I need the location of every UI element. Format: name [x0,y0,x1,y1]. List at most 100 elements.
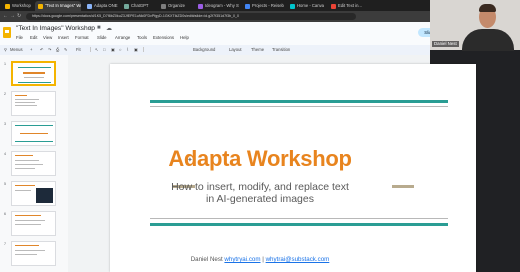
tab-label: Workshop [12,3,31,8]
tab-favicon-icon [198,4,203,9]
menu-item[interactable]: Format [75,35,89,40]
comment-icon[interactable]: ▣ [134,46,138,53]
browser-tab[interactable]: Projects - Reiseb [242,1,284,11]
tab-label: Edit Text in... [338,3,362,8]
toolbar-divider [143,47,144,52]
menu-item[interactable]: File [16,35,23,40]
slide-thumbnail[interactable] [11,121,56,146]
browser-tab[interactable]: ChatGPT [121,1,155,11]
tab-label: Ideogram - Why Style [205,3,239,8]
slide-title[interactable]: Adapta Workshop [0,146,520,172]
cloud-status-icon: ☁ [106,26,112,32]
thumb-title-mark [20,133,48,134]
slide-subtitle[interactable]: How to insert, modify, and replace text … [0,181,520,205]
tab-favicon-icon [161,4,166,9]
tab-label: Organize [168,3,185,8]
slide-footer[interactable]: Daniel Nest whytryai.com | whytrai@subst… [0,256,520,263]
slides-logo-icon[interactable] [3,27,11,38]
thumb-title-mark [15,215,41,216]
menu-item[interactable]: Slide [97,35,107,40]
tab-label: Home - Canva [297,3,324,8]
address-bar-row: ← → ↻ https://docs.google.com/presentati… [0,11,430,22]
thumb-title-mark [15,245,39,246]
tab-favicon-icon [5,4,10,9]
slide-thumbnail[interactable] [11,91,56,116]
browser-tab[interactable]: Adapta ONE [84,1,118,11]
footer-link-email[interactable]: whytrai@substack.com [266,256,330,263]
undo-icon[interactable]: ↶ [40,46,44,53]
new-slide-icon[interactable]: + [30,46,32,53]
thumb-title-mark [23,72,45,74]
paint-format-icon[interactable]: ✎ [64,46,68,53]
thumb-rule [15,141,53,142]
tab-favicon-icon [38,4,43,9]
gray-rule-bottom [150,218,448,219]
thumb-rule [18,67,51,68]
tab-label: ChatGPT [131,3,149,8]
footer-separator: | [262,256,264,263]
thumb-title-mark [15,95,27,96]
browser-tab[interactable]: "Text In Images" Works× [35,1,81,11]
thumb-text-mark [15,224,41,225]
shape-icon[interactable]: ○ [119,46,122,53]
browser-tab[interactable]: Home - Canva [287,1,325,11]
gray-rule-top [150,106,448,107]
print-icon[interactable]: ⎙ [56,46,59,53]
tab-label: Adapta ONE [94,3,118,8]
thumb-text-mark [15,254,37,255]
footer-link-site[interactable]: whytryai.com [224,256,260,263]
close-tab-icon[interactable]: × [76,1,79,11]
search-icon[interactable]: ⚲ [4,46,7,53]
move-folder-icon[interactable]: ■ [97,25,101,31]
slide-number: 7 [4,242,6,246]
line-icon[interactable]: \ [127,46,128,53]
thumb-text-mark [24,77,44,78]
slide-thumbnail[interactable] [11,211,56,236]
tab-favicon-icon [331,4,336,9]
menu-item[interactable]: Extensions [153,35,174,40]
url-bar[interactable]: https://docs.google.com/presentation/d/1… [26,13,356,20]
thumb-text-mark [15,99,39,100]
teal-rule-bottom [150,223,448,226]
menu-item[interactable]: Help [180,35,189,40]
slide-thumbnail[interactable] [11,61,56,86]
tab-favicon-icon [290,4,295,9]
toolbar-divider [90,47,91,52]
thumb-rule [18,82,51,83]
star-icon[interactable]: ☆ [88,25,93,32]
layout-button[interactable]: Layout [229,46,242,53]
browser-tab[interactable]: Organize [158,1,192,11]
subtitle-line-1: How to insert, modify, and replace text [171,181,349,193]
browser-tab[interactable]: Edit Text in... [328,1,362,11]
redo-icon[interactable]: ↷ [48,46,52,53]
thumb-text-mark [15,102,35,103]
webcam-person-body [462,29,514,51]
tab-label: Projects - Reiseb [252,3,284,8]
theme-button[interactable]: Theme [251,46,264,53]
zoom-select[interactable]: Fit [76,46,81,53]
browser-tab[interactable]: Workshop [2,1,32,11]
menu-item[interactable]: Insert [58,35,69,40]
forward-icon[interactable]: → [10,13,15,20]
menus-button[interactable]: Menus [10,46,23,53]
image-icon[interactable]: ▣ [111,46,115,53]
menu-item[interactable]: Tools [137,35,147,40]
webcam-person-hair [479,4,496,12]
textbox-icon[interactable]: □ [103,46,106,53]
tab-favicon-icon [245,4,250,9]
webcam-name-label: Daniel Nest [432,41,459,47]
slide-number: 2 [4,92,6,96]
browser-tab[interactable]: Ideogram - Why Style [195,1,239,11]
menu-item[interactable]: Edit [30,35,37,40]
menu-item[interactable]: View [43,35,52,40]
select-tool-icon[interactable]: ↖ [95,46,99,53]
transition-button[interactable]: Transition [272,46,290,53]
reload-icon[interactable]: ↻ [17,13,21,20]
subtitle-line-2: in AI-generated images [206,193,314,205]
slide-number: 3 [4,122,6,126]
tab-favicon-icon [87,4,92,9]
back-icon[interactable]: ← [3,13,8,20]
menu-item[interactable]: Arrange [115,35,130,40]
document-title[interactable]: "Text In Images" Workshop [16,25,95,32]
background-button[interactable]: Background [193,46,215,53]
